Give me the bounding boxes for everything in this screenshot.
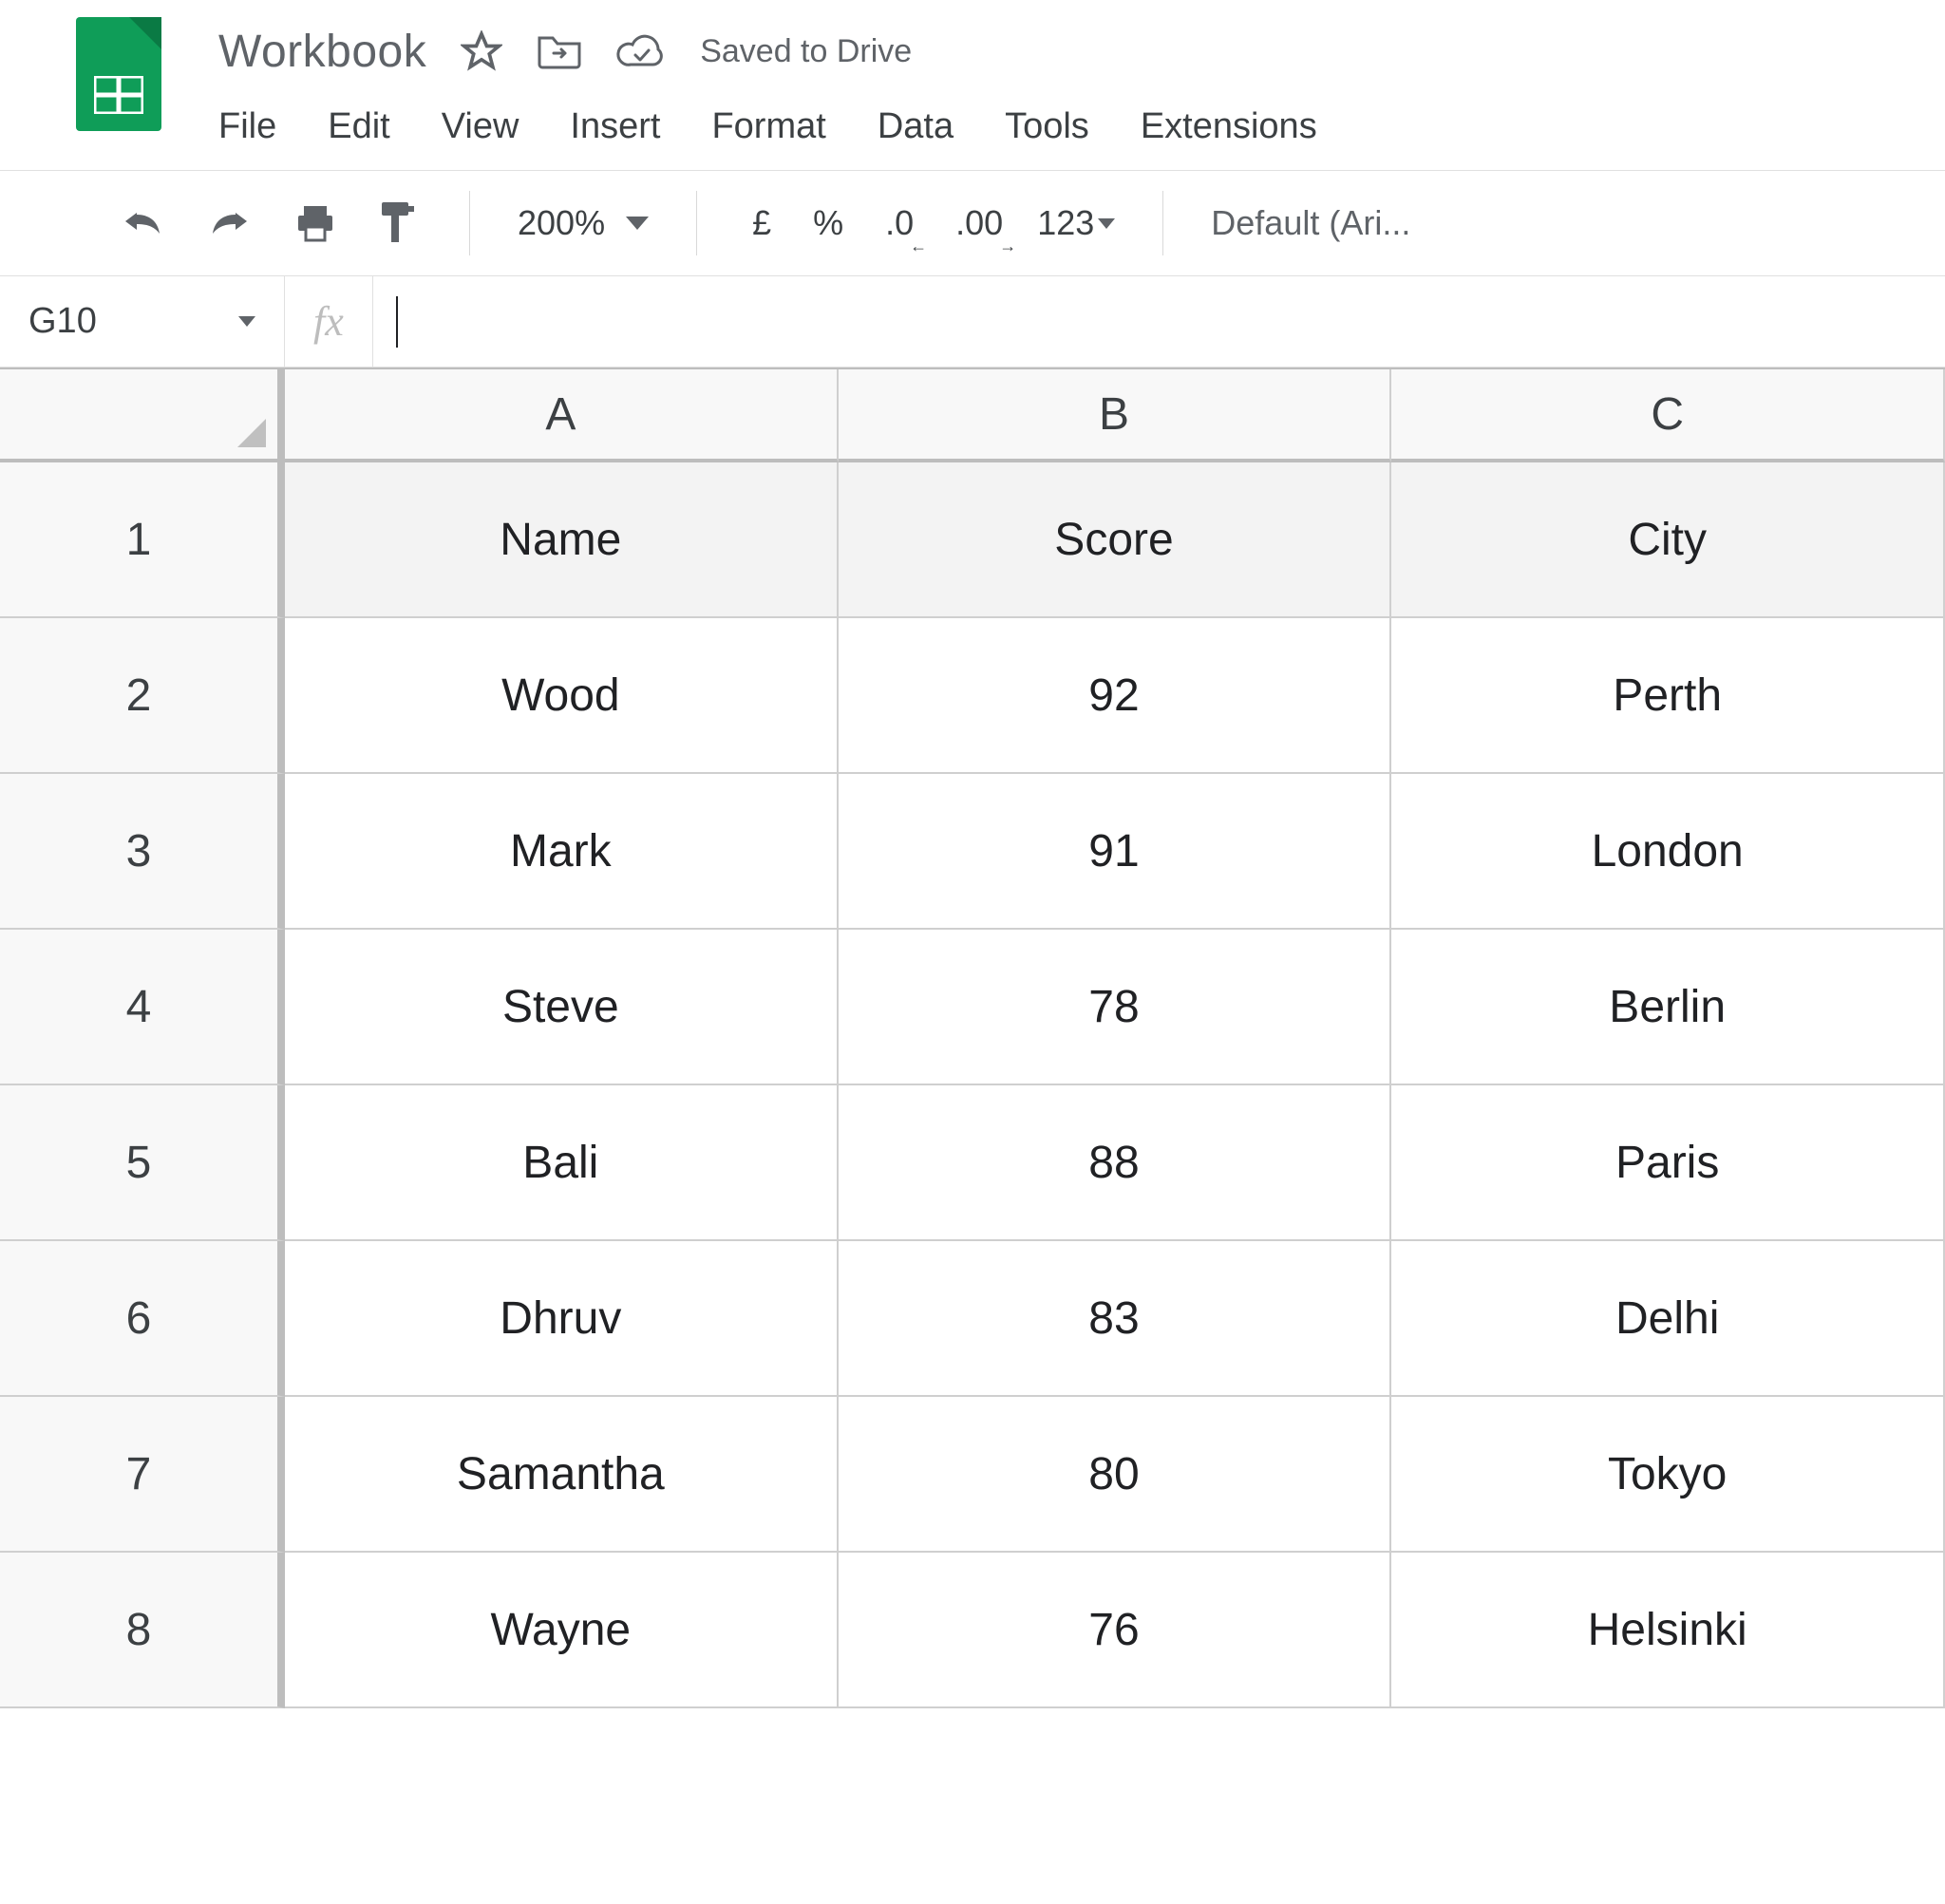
column-header[interactable]: C (1391, 369, 1945, 462)
caret-down-icon (238, 316, 255, 327)
row-header[interactable]: 2 (0, 618, 285, 774)
more-formats-dropdown[interactable]: 123 (1037, 203, 1115, 243)
row-header[interactable]: 1 (0, 462, 285, 618)
cell[interactable]: Wood (285, 618, 839, 774)
cell[interactable]: 91 (839, 774, 1392, 930)
cell[interactable]: Samantha (285, 1397, 839, 1553)
text-cursor (396, 296, 398, 348)
menu-extensions[interactable]: Extensions (1141, 106, 1317, 147)
toolbar: 200% £ % .0 ← .00 → 123 Default (Ari... (0, 171, 1945, 275)
redo-button[interactable] (201, 203, 258, 243)
row-header[interactable]: 4 (0, 930, 285, 1085)
row-header[interactable]: 8 (0, 1553, 285, 1708)
column-header[interactable]: B (839, 369, 1392, 462)
cell[interactable]: Mark (285, 774, 839, 930)
save-status: Saved to Drive (700, 33, 912, 70)
cell[interactable]: Steve (285, 930, 839, 1085)
fx-label: fx (285, 276, 373, 367)
spreadsheet-grid[interactable]: ABC 1NameScoreCity 2Wood92Perth 3Mark91Lond… (0, 368, 1945, 1708)
sheets-grid-icon (94, 76, 143, 114)
sheets-logo[interactable] (76, 17, 161, 131)
caret-down-icon (626, 217, 649, 230)
toolbar-divider (696, 191, 697, 255)
star-icon[interactable] (461, 30, 502, 72)
cell[interactable]: London (1391, 774, 1945, 930)
cell[interactable]: City (1391, 462, 1945, 618)
increase-decimal-label: .00 (955, 203, 1003, 242)
decrease-decimal-button[interactable]: .0 ← (878, 199, 921, 247)
cell[interactable]: 88 (839, 1085, 1392, 1241)
caret-down-icon (1098, 218, 1115, 229)
right-arrow-icon: → (999, 236, 1016, 256)
toolbar-divider (1162, 191, 1163, 255)
cloud-saved-icon[interactable] (616, 32, 666, 70)
row-header[interactable]: 7 (0, 1397, 285, 1553)
format-as-currency-button[interactable]: £ (745, 199, 779, 247)
name-box-value: G10 (28, 301, 97, 342)
menu-insert[interactable]: Insert (570, 106, 660, 147)
print-button[interactable] (289, 198, 342, 248)
cell[interactable]: Bali (285, 1085, 839, 1241)
toolbar-divider (469, 191, 470, 255)
cell[interactable]: Wayne (285, 1553, 839, 1708)
formula-bar[interactable] (373, 276, 1945, 367)
cell[interactable]: Helsinki (1391, 1553, 1945, 1708)
menu-edit[interactable]: Edit (328, 106, 389, 147)
cell[interactable]: 76 (839, 1553, 1392, 1708)
row-header[interactable]: 6 (0, 1241, 285, 1397)
format-as-percent-button[interactable]: % (805, 199, 851, 247)
paint-format-button[interactable] (372, 197, 422, 250)
cell[interactable]: Berlin (1391, 930, 1945, 1085)
name-box[interactable]: G10 (0, 276, 285, 367)
menu-tools[interactable]: Tools (1005, 106, 1089, 147)
menu-file[interactable]: File (218, 106, 276, 147)
menubar: File Edit View Insert Format Data Tools … (218, 85, 1317, 147)
increase-decimal-button[interactable]: .00 → (948, 199, 1010, 247)
row-header[interactable]: 3 (0, 774, 285, 930)
cell[interactable]: Name (285, 462, 839, 618)
menu-data[interactable]: Data (878, 106, 954, 147)
font-family-dropdown[interactable]: Default (Ari... (1211, 203, 1410, 243)
cell[interactable]: 92 (839, 618, 1392, 774)
zoom-dropdown[interactable]: 200% (518, 203, 649, 243)
select-all-corner[interactable] (0, 369, 285, 462)
cell[interactable]: Delhi (1391, 1241, 1945, 1397)
document-title[interactable]: Workbook (218, 26, 426, 78)
cell[interactable]: Score (839, 462, 1392, 618)
undo-button[interactable] (114, 203, 171, 243)
cell[interactable]: 80 (839, 1397, 1392, 1553)
zoom-value: 200% (518, 203, 605, 243)
left-arrow-icon: ← (910, 236, 927, 256)
row-header[interactable]: 5 (0, 1085, 285, 1241)
menu-view[interactable]: View (442, 106, 519, 147)
cell[interactable]: 78 (839, 930, 1392, 1085)
menu-format[interactable]: Format (711, 106, 825, 147)
cell[interactable]: Perth (1391, 618, 1945, 774)
cell[interactable]: Tokyo (1391, 1397, 1945, 1553)
cell[interactable]: Paris (1391, 1085, 1945, 1241)
num-format-label: 123 (1037, 203, 1094, 243)
cell[interactable]: Dhruv (285, 1241, 839, 1397)
move-to-folder-icon[interactable] (537, 32, 582, 70)
column-header[interactable]: A (285, 369, 839, 462)
cell[interactable]: 83 (839, 1241, 1392, 1397)
